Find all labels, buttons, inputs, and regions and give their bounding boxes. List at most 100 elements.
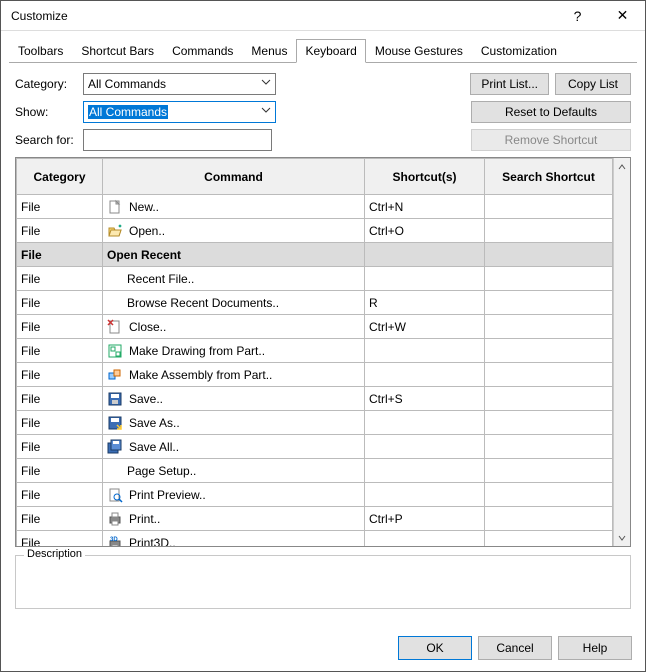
saveas-icon bbox=[107, 415, 123, 431]
cell-search-shortcut[interactable] bbox=[485, 339, 613, 363]
cell-search-shortcut[interactable] bbox=[485, 507, 613, 531]
scroll-up-icon[interactable] bbox=[614, 158, 630, 175]
help-button[interactable]: ? bbox=[555, 1, 600, 31]
scroll-down-icon[interactable] bbox=[614, 529, 630, 546]
command-label: Print.. bbox=[129, 512, 160, 526]
table-row[interactable]: FileNew..Ctrl+N bbox=[17, 195, 613, 219]
cell-command: Browse Recent Documents.. bbox=[103, 291, 365, 315]
tab-shortcut-bars[interactable]: Shortcut Bars bbox=[72, 39, 163, 63]
cell-search-shortcut[interactable] bbox=[485, 411, 613, 435]
cell-search-shortcut[interactable] bbox=[485, 315, 613, 339]
cell-search-shortcut[interactable] bbox=[485, 459, 613, 483]
tab-menus[interactable]: Menus bbox=[242, 39, 296, 63]
cell-search-shortcut[interactable] bbox=[485, 243, 613, 267]
copy-list-button[interactable]: Copy List bbox=[555, 73, 631, 95]
cell-category: File bbox=[17, 267, 103, 291]
cell-command: Make Assembly from Part.. bbox=[103, 363, 365, 387]
command-label: Save As.. bbox=[129, 416, 180, 430]
cell-shortcut bbox=[365, 435, 485, 459]
cell-search-shortcut[interactable] bbox=[485, 483, 613, 507]
cell-search-shortcut[interactable] bbox=[485, 435, 613, 459]
table-row[interactable]: FilePrint Preview.. bbox=[17, 483, 613, 507]
table-row[interactable]: FileMake Drawing from Part.. bbox=[17, 339, 613, 363]
cell-command: Make Drawing from Part.. bbox=[103, 339, 365, 363]
cell-search-shortcut[interactable] bbox=[485, 267, 613, 291]
table-row[interactable]: FileSave All.. bbox=[17, 435, 613, 459]
ok-button[interactable]: OK bbox=[398, 636, 472, 660]
cell-search-shortcut[interactable] bbox=[485, 387, 613, 411]
cell-shortcut: Ctrl+O bbox=[365, 219, 485, 243]
category-combo[interactable]: All Commands bbox=[83, 73, 276, 95]
titlebar: Customize ? ✕ bbox=[1, 1, 645, 31]
scrollbar[interactable] bbox=[613, 158, 630, 546]
cell-search-shortcut[interactable] bbox=[485, 195, 613, 219]
cell-search-shortcut[interactable] bbox=[485, 291, 613, 315]
table-row[interactable]: FileMake Assembly from Part.. bbox=[17, 363, 613, 387]
cell-command: Save All.. bbox=[103, 435, 365, 459]
window-title: Customize bbox=[11, 9, 555, 23]
cell-category: File bbox=[17, 243, 103, 267]
chevron-down-icon bbox=[261, 77, 271, 87]
cell-category: File bbox=[17, 531, 103, 547]
description-label: Description bbox=[24, 548, 85, 560]
close-icon bbox=[107, 319, 123, 335]
cell-command: Open.. bbox=[103, 219, 365, 243]
command-label: Open Recent bbox=[107, 248, 181, 262]
col-command[interactable]: Command bbox=[103, 159, 365, 195]
cell-shortcut: R bbox=[365, 291, 485, 315]
tab-commands[interactable]: Commands bbox=[163, 39, 242, 63]
table-row[interactable]: FileOpen..Ctrl+O bbox=[17, 219, 613, 243]
close-button[interactable]: ✕ bbox=[600, 1, 645, 31]
shortcut-grid[interactable]: Category Command Shortcut(s) Search Shor… bbox=[15, 157, 631, 547]
table-row[interactable]: FileBrowse Recent Documents..R bbox=[17, 291, 613, 315]
remove-shortcut-button[interactable]: Remove Shortcut bbox=[471, 129, 631, 151]
table-row[interactable]: File3DPrint3D.. bbox=[17, 531, 613, 547]
cell-category: File bbox=[17, 411, 103, 435]
col-category[interactable]: Category bbox=[17, 159, 103, 195]
cell-command: Page Setup.. bbox=[103, 459, 365, 483]
cell-search-shortcut[interactable] bbox=[485, 531, 613, 547]
tab-keyboard[interactable]: Keyboard bbox=[296, 39, 365, 63]
col-shortcut[interactable]: Shortcut(s) bbox=[365, 159, 485, 195]
table-row[interactable]: FilePage Setup.. bbox=[17, 459, 613, 483]
command-label: Make Drawing from Part.. bbox=[129, 344, 265, 358]
cell-category: File bbox=[17, 507, 103, 531]
cell-search-shortcut[interactable] bbox=[485, 363, 613, 387]
cell-shortcut: Ctrl+N bbox=[365, 195, 485, 219]
open-icon bbox=[107, 223, 123, 239]
print-list-button[interactable]: Print List... bbox=[470, 73, 549, 95]
command-label: Recent File.. bbox=[127, 272, 194, 286]
cell-shortcut bbox=[365, 483, 485, 507]
cell-search-shortcut[interactable] bbox=[485, 219, 613, 243]
table-row[interactable]: File Save As.. bbox=[17, 411, 613, 435]
cell-shortcut: Ctrl+S bbox=[365, 387, 485, 411]
help-button-footer[interactable]: Help bbox=[558, 636, 632, 660]
tab-toolbars[interactable]: Toolbars bbox=[9, 39, 72, 63]
cell-shortcut bbox=[365, 459, 485, 483]
makeasm-icon bbox=[107, 367, 123, 383]
table-row[interactable]: FileClose..Ctrl+W bbox=[17, 315, 613, 339]
command-label: New.. bbox=[129, 200, 159, 214]
reset-defaults-button[interactable]: Reset to Defaults bbox=[471, 101, 631, 123]
search-input[interactable] bbox=[83, 129, 272, 151]
print-icon bbox=[107, 511, 123, 527]
cell-category: File bbox=[17, 363, 103, 387]
tab-mouse-gestures[interactable]: Mouse Gestures bbox=[366, 39, 472, 63]
command-label: Print Preview.. bbox=[129, 488, 206, 502]
table-row[interactable]: FilePrint..Ctrl+P bbox=[17, 507, 613, 531]
table-row[interactable]: File Recent File.. bbox=[17, 267, 613, 291]
svg-text:3D: 3D bbox=[110, 537, 118, 543]
cell-category: File bbox=[17, 291, 103, 315]
cell-command: Close.. bbox=[103, 315, 365, 339]
table-row[interactable]: File Open Recent bbox=[17, 243, 613, 267]
table-row[interactable]: FileSave..Ctrl+S bbox=[17, 387, 613, 411]
show-combo[interactable]: All Commands bbox=[83, 101, 276, 123]
tab-customization[interactable]: Customization bbox=[472, 39, 566, 63]
col-search-shortcut[interactable]: Search Shortcut bbox=[485, 159, 613, 195]
cell-category: File bbox=[17, 315, 103, 339]
cell-shortcut bbox=[365, 531, 485, 547]
cell-command: Save.. bbox=[103, 387, 365, 411]
cell-command: Print Preview.. bbox=[103, 483, 365, 507]
cell-shortcut bbox=[365, 267, 485, 291]
cancel-button[interactable]: Cancel bbox=[478, 636, 552, 660]
